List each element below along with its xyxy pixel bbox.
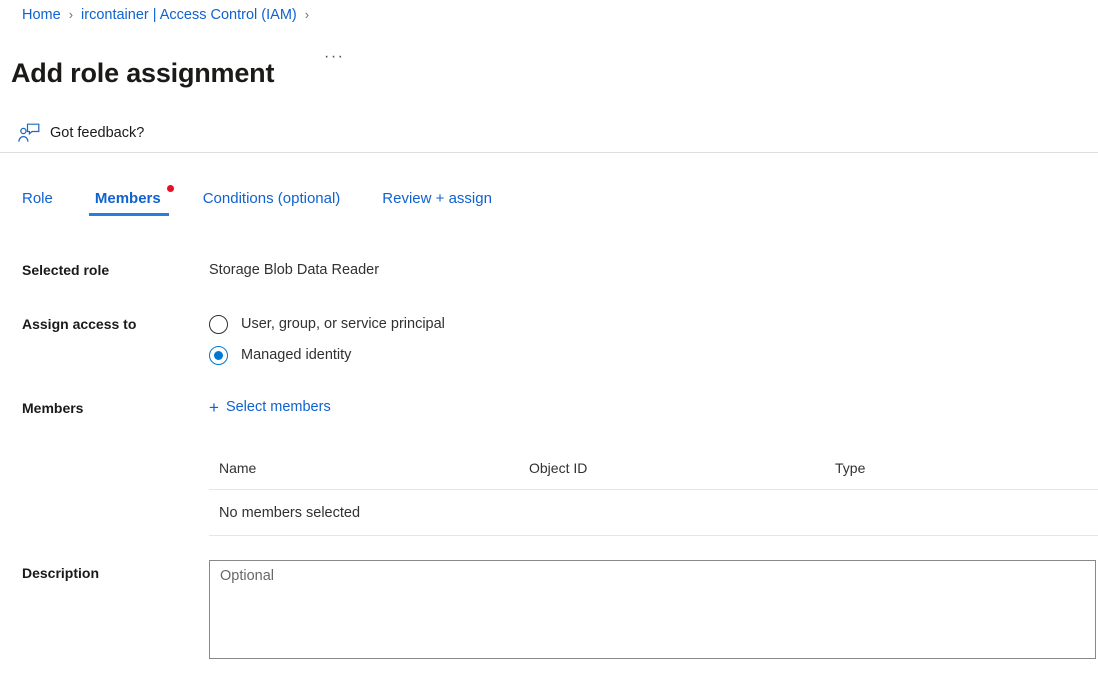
members-label: Members bbox=[22, 398, 83, 418]
feedback-person-icon bbox=[18, 123, 40, 143]
breadcrumb: Home › ircontainer | Access Control (IAM… bbox=[22, 5, 317, 25]
select-members-button[interactable]: + Select members bbox=[209, 397, 331, 417]
tab-role-label: Role bbox=[22, 190, 53, 207]
selected-role-value: Storage Blob Data Reader bbox=[209, 260, 379, 280]
tab-role[interactable]: Role bbox=[22, 188, 53, 216]
radio-managed-identity-label: Managed identity bbox=[241, 345, 351, 365]
tab-bar: Role Members Conditions (optional) Revie… bbox=[22, 188, 534, 216]
header-divider bbox=[0, 152, 1098, 153]
select-members-label: Select members bbox=[226, 397, 331, 417]
description-input[interactable] bbox=[209, 560, 1096, 659]
tab-review-assign-label: Review + assign bbox=[382, 190, 492, 207]
breadcrumb-separator-icon-2: › bbox=[305, 5, 309, 25]
radio-unchecked-icon bbox=[209, 315, 228, 334]
got-feedback-button[interactable]: Got feedback? bbox=[18, 123, 144, 143]
breadcrumb-item-access-control[interactable]: ircontainer | Access Control (IAM) bbox=[81, 5, 297, 25]
feedback-bar: Got feedback? bbox=[0, 112, 1098, 153]
tab-members-label: Members bbox=[95, 190, 161, 207]
more-options-button[interactable]: ··· bbox=[324, 47, 344, 67]
selected-role-label: Selected role bbox=[22, 260, 109, 280]
members-table-empty-row: No members selected bbox=[209, 490, 1098, 536]
tab-members-required-dot-icon bbox=[167, 185, 174, 192]
radio-user-group-service-principal[interactable]: User, group, or service principal bbox=[209, 310, 445, 338]
page-title: Add role assignment bbox=[11, 54, 274, 92]
assign-access-to-label: Assign access to bbox=[22, 314, 136, 334]
no-members-selected-text: No members selected bbox=[209, 503, 360, 523]
column-header-type: Type bbox=[835, 458, 1098, 478]
radio-checked-icon bbox=[209, 346, 228, 365]
column-header-name: Name bbox=[209, 458, 529, 478]
tab-members[interactable]: Members bbox=[95, 188, 161, 216]
members-table: Name Object ID Type No members selected bbox=[209, 458, 1098, 536]
description-label: Description bbox=[22, 563, 99, 583]
radio-managed-identity[interactable]: Managed identity bbox=[209, 341, 445, 369]
members-table-header-row: Name Object ID Type bbox=[209, 458, 1098, 490]
breadcrumb-separator-icon: › bbox=[69, 5, 73, 25]
breadcrumb-item-home[interactable]: Home bbox=[22, 5, 61, 25]
got-feedback-label: Got feedback? bbox=[50, 123, 144, 143]
column-header-object-id: Object ID bbox=[529, 458, 835, 478]
tab-review-assign[interactable]: Review + assign bbox=[382, 188, 492, 216]
tab-conditions[interactable]: Conditions (optional) bbox=[203, 188, 341, 216]
plus-icon: + bbox=[209, 399, 219, 416]
radio-user-group-service-principal-label: User, group, or service principal bbox=[241, 314, 445, 334]
assign-access-to-radio-group: User, group, or service principal Manage… bbox=[209, 310, 445, 372]
tab-conditions-label: Conditions (optional) bbox=[203, 190, 341, 207]
